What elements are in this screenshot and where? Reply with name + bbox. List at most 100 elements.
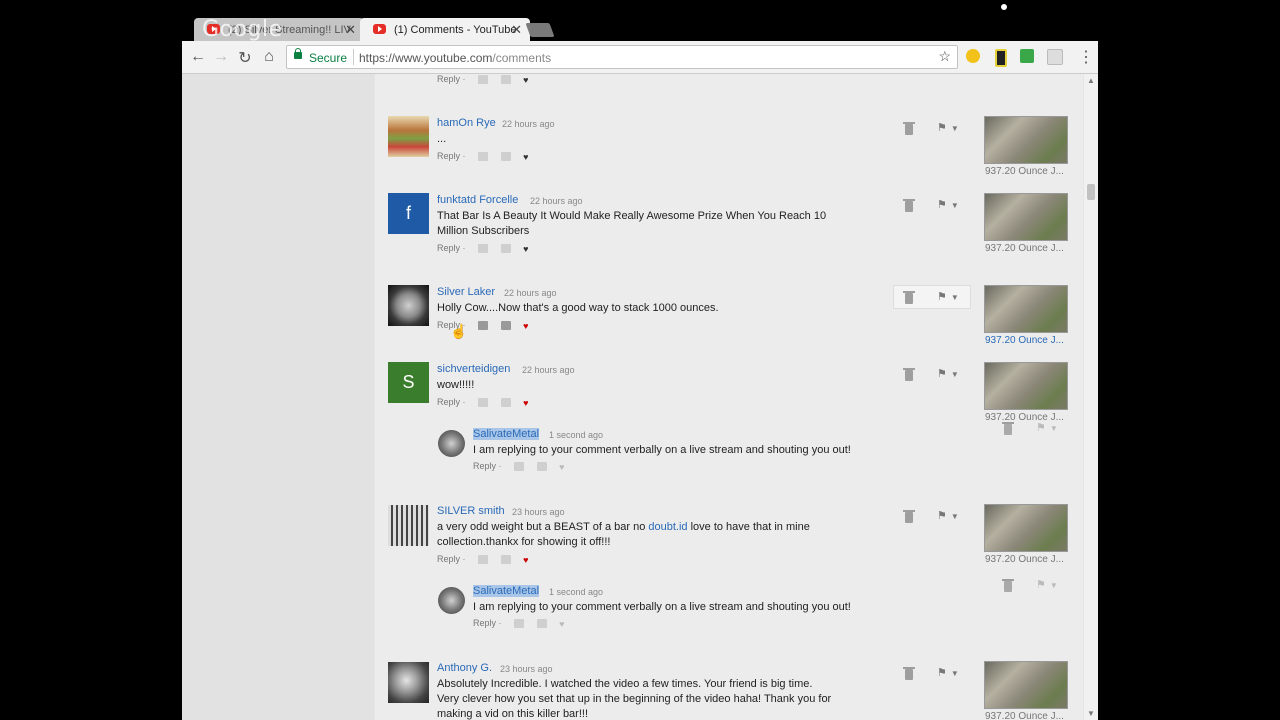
reply-button[interactable]: Reply (437, 554, 460, 564)
flag-menu-icon[interactable]: ⚑ ▼ (937, 509, 959, 522)
flag-menu-icon[interactable]: ⚑ ▼ (937, 198, 959, 211)
reply-timestamp[interactable]: 1 second ago (549, 587, 603, 597)
thumbs-down-icon[interactable] (500, 555, 511, 565)
delete-icon[interactable] (903, 291, 915, 304)
reply-author[interactable]: SalivateMetal (473, 428, 540, 440)
new-tab-button[interactable] (525, 23, 555, 37)
thumbs-up-icon[interactable] (478, 321, 489, 331)
thumbs-down-icon[interactable] (500, 321, 511, 331)
delete-icon[interactable] (903, 199, 915, 212)
video-thumbnail[interactable] (984, 193, 1068, 241)
delete-icon[interactable] (903, 510, 915, 523)
comment-author[interactable]: Anthony G. (437, 662, 492, 674)
video-title[interactable]: 937.20 Ounce J... (985, 243, 1064, 254)
video-title[interactable]: 937.20 Ounce J... (985, 166, 1064, 177)
profile-icon[interactable] (1001, 4, 1007, 10)
address-bar[interactable]: Secure https://www.youtube.com/comments … (286, 45, 958, 69)
bookmark-star-icon[interactable]: ☆ (938, 48, 951, 65)
tab-comments-youtube[interactable]: (1) Comments - YouTube ✕ (360, 18, 530, 41)
reply-button[interactable]: Reply (473, 461, 496, 471)
video-title[interactable]: 937.20 Ounce J... (985, 711, 1064, 720)
comment-timestamp[interactable]: 22 hours ago (522, 365, 575, 375)
thumbs-down-icon[interactable] (500, 152, 511, 162)
home-icon[interactable]: ⌂ (259, 48, 279, 66)
heart-icon[interactable]: ♥ (559, 462, 564, 472)
forward-icon[interactable]: → (211, 48, 231, 66)
close-tab-icon[interactable]: ✕ (345, 22, 356, 38)
video-thumbnail[interactable] (984, 362, 1068, 410)
reply-timestamp[interactable]: 1 second ago (549, 430, 603, 440)
video-thumbnail[interactable] (984, 116, 1068, 164)
thumbs-up-icon[interactable] (478, 244, 489, 254)
video-title[interactable]: 937.20 Ounce J... (985, 335, 1064, 346)
delete-icon[interactable] (903, 122, 915, 135)
back-icon[interactable]: ← (188, 48, 208, 66)
flag-menu-icon[interactable]: ⚑ ▼ (937, 121, 959, 134)
creator-heart-icon[interactable]: ♥ (523, 555, 528, 565)
extension-blank-icon[interactable] (1047, 49, 1063, 65)
delete-icon[interactable] (1002, 422, 1014, 435)
comment-timestamp[interactable]: 22 hours ago (502, 119, 555, 129)
flag-menu-icon[interactable]: ⚑ ▼ (937, 666, 959, 679)
scrollbar-thumb[interactable] (1087, 184, 1095, 200)
comment-link[interactable]: doubt.id (648, 521, 687, 533)
reply-button[interactable]: Reply (437, 243, 460, 253)
reply-button[interactable]: Reply (437, 74, 460, 84)
thumbs-up-icon[interactable] (478, 152, 489, 162)
reply-button[interactable]: Reply (437, 151, 460, 161)
thumbs-down-icon[interactable] (536, 619, 547, 629)
comment-author[interactable]: hamOn Rye (437, 117, 496, 129)
heart-icon[interactable]: ♥ (523, 244, 528, 254)
thumbs-up-icon[interactable] (514, 462, 525, 472)
video-title[interactable]: 937.20 Ounce J... (985, 554, 1064, 565)
reply-author[interactable]: SalivateMetal (473, 585, 540, 597)
delete-icon[interactable] (903, 368, 915, 381)
scroll-down-arrow-icon[interactable]: ▼ (1087, 709, 1095, 718)
avatar[interactable] (388, 662, 429, 703)
creator-heart-icon[interactable]: ♥ (523, 321, 528, 331)
thumbs-up-icon[interactable] (478, 398, 489, 408)
delete-icon[interactable] (903, 667, 915, 680)
comment-timestamp[interactable]: 23 hours ago (500, 664, 553, 674)
reply-avatar[interactable] (438, 587, 465, 614)
avatar[interactable]: f (388, 193, 429, 234)
comment-timestamp[interactable]: 23 hours ago (512, 507, 565, 517)
scroll-up-arrow-icon[interactable]: ▲ (1087, 76, 1095, 85)
thumbs-down-icon[interactable] (500, 398, 511, 408)
video-thumbnail[interactable] (984, 285, 1068, 333)
avatar[interactable]: S (388, 362, 429, 403)
avatar[interactable] (388, 116, 429, 157)
reload-icon[interactable]: ↻ (235, 48, 255, 68)
video-thumbnail[interactable] (984, 661, 1068, 709)
thumbs-down-icon[interactable] (500, 75, 511, 85)
extension-shield-icon[interactable] (995, 49, 1007, 67)
reply-button[interactable]: Reply (473, 618, 496, 628)
comment-author[interactable]: funktatd Forcelle (437, 194, 518, 206)
thumbs-up-icon[interactable] (478, 555, 489, 565)
heart-icon[interactable]: ♥ (559, 619, 564, 629)
thumbs-up-icon[interactable] (514, 619, 525, 629)
creator-heart-icon[interactable]: ♥ (523, 398, 528, 408)
extension-green-icon[interactable] (1020, 49, 1034, 63)
delete-icon[interactable] (1002, 579, 1014, 592)
avatar[interactable] (388, 285, 429, 326)
thumbs-up-icon[interactable] (478, 75, 489, 85)
comment-timestamp[interactable]: 22 hours ago (530, 196, 583, 206)
reply-avatar[interactable] (438, 430, 465, 457)
flag-menu-icon[interactable]: ⚑ ▼ (1036, 578, 1058, 591)
extension-star-icon[interactable] (966, 49, 980, 63)
close-tab-icon[interactable]: ✕ (511, 22, 522, 38)
comment-author[interactable]: Silver Laker (437, 286, 495, 298)
browser-menu-icon[interactable]: ⋮ (1078, 47, 1094, 67)
thumbs-down-icon[interactable] (536, 462, 547, 472)
flag-menu-icon[interactable]: ⚑ ▼ (937, 290, 959, 303)
video-thumbnail[interactable] (984, 504, 1068, 552)
comment-author[interactable]: sichverteidigen (437, 363, 510, 375)
heart-icon[interactable]: ♥ (523, 152, 528, 162)
comment-timestamp[interactable]: 22 hours ago (504, 288, 557, 298)
heart-icon[interactable]: ♥ (523, 75, 528, 85)
avatar[interactable] (388, 505, 429, 546)
flag-menu-icon[interactable]: ⚑ ▼ (1036, 421, 1058, 434)
reply-button[interactable]: Reply (437, 397, 460, 407)
comment-author[interactable]: SILVER smith (437, 505, 505, 517)
